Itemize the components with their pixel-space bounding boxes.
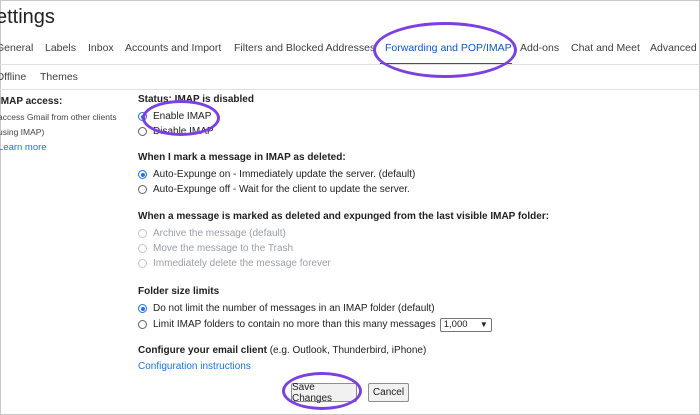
message-limit-value: 1,000 xyxy=(443,319,468,330)
tab-labels[interactable]: Labels xyxy=(45,42,76,54)
limit-folders-radio[interactable] xyxy=(138,320,147,329)
configure-client-subtitle: (e.g. Outlook, Thunderbird, iPhone) xyxy=(269,345,427,356)
no-limit-option[interactable]: Do not limit the number of messages in a… xyxy=(138,301,492,316)
folder-size-section: Folder size limits Do not limit the numb… xyxy=(138,286,492,333)
delete-forever-label: Immediately delete the message forever xyxy=(153,258,331,269)
auto-expunge-off-radio[interactable] xyxy=(138,185,147,194)
no-limit-label: Do not limit the number of messages in a… xyxy=(153,303,435,314)
auto-expunge-on-label: Auto-Expunge on - Immediately update the… xyxy=(153,169,416,180)
imap-access-desc-line1: access Gmail from other clients xyxy=(0,112,117,122)
configuration-instructions-link[interactable]: Configuration instructions xyxy=(138,361,426,372)
auto-expunge-off-label: Auto-Expunge off - Wait for the client t… xyxy=(153,184,410,195)
tab-offline[interactable]: Offline xyxy=(0,71,26,83)
save-changes-button[interactable]: Save Changes xyxy=(291,382,357,404)
page-title: ettings xyxy=(0,6,55,28)
tab-advanced[interactable]: Advanced xyxy=(650,42,697,54)
configure-client-title: Configure your email client (e.g. Outloo… xyxy=(138,345,426,360)
auto-expunge-on-option[interactable]: Auto-Expunge on - Immediately update the… xyxy=(138,167,415,182)
enable-imap-label: Enable IMAP xyxy=(153,111,212,122)
imap-deleted-section: When I mark a message in IMAP as deleted… xyxy=(138,152,415,197)
tab-add-ons[interactable]: Add-ons xyxy=(520,42,559,54)
tab-accounts-and-import[interactable]: Accounts and Import xyxy=(125,42,221,54)
imap-expunged-title: When a message is marked as deleted and … xyxy=(138,211,550,222)
chevron-down-icon: ▼ xyxy=(479,320,488,329)
imap-status-section: Status: IMAP is disabled Enable IMAP Dis… xyxy=(138,94,254,139)
folder-size-title: Folder size limits xyxy=(138,286,220,297)
cancel-button[interactable]: Cancel xyxy=(368,383,409,402)
move-to-trash-label: Move the message to the Trash xyxy=(153,243,294,254)
tab-chat-and-meet[interactable]: Chat and Meet xyxy=(571,42,640,54)
delete-forever-radio[interactable] xyxy=(138,259,147,268)
tab-inbox[interactable]: Inbox xyxy=(88,42,114,54)
enable-imap-option[interactable]: Enable IMAP xyxy=(138,109,254,124)
tab-themes[interactable]: Themes xyxy=(40,71,78,83)
tab-forwarding-and-pop-imap[interactable]: Forwarding and POP/IMAP xyxy=(385,42,512,54)
auto-expunge-off-option[interactable]: Auto-Expunge off - Wait for the client t… xyxy=(138,182,415,197)
imap-expunged-section: When a message is marked as deleted and … xyxy=(138,211,549,271)
tabs-divider xyxy=(0,64,700,65)
message-limit-select[interactable]: 1,000 ▼ xyxy=(439,317,492,332)
imap-status-title: Status: IMAP is disabled xyxy=(138,94,254,105)
configure-client-title-text: Configure your email client xyxy=(138,345,267,356)
tab-general[interactable]: General xyxy=(0,42,33,54)
imap-deleted-title: When I mark a message in IMAP as deleted… xyxy=(138,152,346,163)
row2-divider xyxy=(0,89,700,90)
auto-expunge-on-radio[interactable] xyxy=(138,170,147,179)
disable-imap-radio[interactable] xyxy=(138,127,147,136)
disable-imap-label: Disable IMAP xyxy=(153,126,214,137)
archive-message-label: Archive the message (default) xyxy=(153,228,286,239)
disable-imap-option[interactable]: Disable IMAP xyxy=(138,124,254,139)
settings-tabs: General Labels Inbox Accounts and Import… xyxy=(0,38,700,65)
tab-filters-and-blocked-addresses[interactable]: Filters and Blocked Addresses xyxy=(234,42,375,54)
move-to-trash-radio[interactable] xyxy=(138,244,147,253)
imap-access-desc-line2: using IMAP) xyxy=(0,127,45,137)
limit-folders-label: Limit IMAP folders to contain no more th… xyxy=(153,319,436,330)
learn-more-link[interactable]: Learn more xyxy=(0,140,128,156)
imap-access-title: IMAP access: xyxy=(0,96,63,107)
archive-message-option[interactable]: Archive the message (default) xyxy=(138,226,549,241)
archive-message-radio[interactable] xyxy=(138,229,147,238)
imap-access-label-column: IMAP access: access Gmail from other cli… xyxy=(0,94,128,156)
no-limit-radio[interactable] xyxy=(138,304,147,313)
limit-folders-option[interactable]: Limit IMAP folders to contain no more th… xyxy=(138,316,492,333)
delete-forever-option[interactable]: Immediately delete the message forever xyxy=(138,256,549,271)
configure-client-section: Configure your email client (e.g. Outloo… xyxy=(138,345,426,372)
move-to-trash-option[interactable]: Move the message to the Trash xyxy=(138,241,549,256)
enable-imap-radio[interactable] xyxy=(138,112,147,121)
